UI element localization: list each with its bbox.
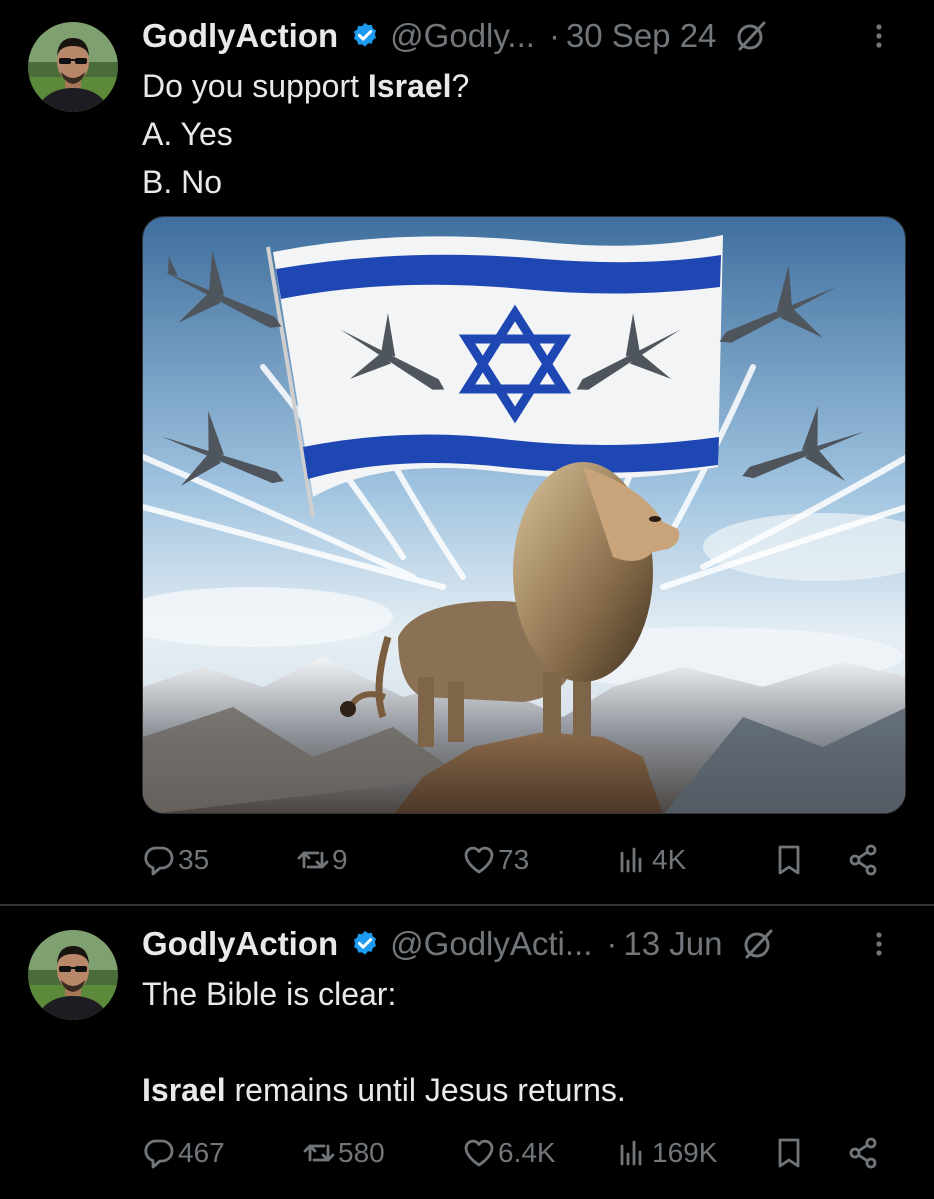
tweet-header: GodlyAction @Godly... · 30 Sep 24 bbox=[142, 14, 894, 58]
like-button[interactable]: 73 bbox=[462, 836, 529, 884]
author-handle[interactable]: @GodlyActi... bbox=[390, 925, 592, 963]
separator-dot: · bbox=[548, 17, 560, 54]
reply-count: 35 bbox=[178, 844, 210, 875]
author-name[interactable]: GodlyAction bbox=[142, 925, 338, 963]
bookmark-icon bbox=[778, 845, 800, 875]
tweet-1[interactable]: GodlyAction @Godly... · 30 Sep 24 Do you… bbox=[0, 0, 934, 906]
like-count: 73 bbox=[498, 844, 530, 875]
bookmark-button[interactable] bbox=[772, 836, 808, 884]
views-icon bbox=[620, 1140, 642, 1166]
avatar-image bbox=[28, 930, 118, 1020]
reply-count: 467 bbox=[178, 1137, 225, 1168]
reply-icon bbox=[144, 1139, 174, 1169]
text-bold-segment: Israel bbox=[367, 68, 452, 104]
repost-count: 580 bbox=[338, 1137, 385, 1168]
reply-button[interactable]: 35 bbox=[142, 836, 209, 884]
share-icon bbox=[849, 844, 877, 876]
text-bold-segment: Israel bbox=[142, 1072, 226, 1108]
avatar[interactable] bbox=[28, 22, 118, 112]
repost-icon bbox=[303, 1144, 335, 1162]
tweet-text-line: Do you support Israel? bbox=[142, 62, 904, 110]
tweet-date[interactable]: 13 Jun bbox=[623, 925, 722, 963]
text-segment: Do you support bbox=[142, 68, 368, 104]
verified-badge-icon bbox=[350, 21, 380, 51]
like-icon bbox=[464, 846, 494, 874]
views-button[interactable]: 4K bbox=[616, 836, 686, 884]
verified-badge-icon bbox=[350, 929, 380, 959]
views-icon bbox=[620, 847, 642, 873]
grok-icon[interactable] bbox=[734, 19, 768, 53]
tweet-date[interactable]: 30 Sep 24 bbox=[566, 17, 716, 55]
like-button[interactable]: 6.4K bbox=[462, 1129, 556, 1177]
grok-icon[interactable] bbox=[741, 927, 775, 961]
views-count: 4K bbox=[652, 844, 687, 875]
views-count: 169K bbox=[652, 1137, 718, 1168]
tweet-text: Do you support Israel? A. Yes B. No bbox=[142, 62, 904, 206]
text-segment: ? bbox=[451, 68, 470, 104]
separator-dot: · bbox=[606, 925, 618, 962]
text-segment: remains until Jesus returns. bbox=[225, 1072, 626, 1108]
tweet-actions: 467 580 6.4K 169K bbox=[142, 1129, 892, 1177]
author-name[interactable]: GodlyAction bbox=[142, 17, 338, 55]
share-button[interactable] bbox=[846, 836, 882, 884]
views-button[interactable]: 169K bbox=[616, 1129, 717, 1177]
like-icon bbox=[464, 1139, 494, 1167]
tweet-text-line: Israel remains until Jesus returns. bbox=[142, 1066, 904, 1114]
tweet-image[interactable] bbox=[142, 216, 906, 814]
repost-count: 9 bbox=[332, 844, 348, 875]
repost-icon bbox=[297, 851, 329, 869]
like-count: 6.4K bbox=[498, 1137, 556, 1168]
reply-button[interactable]: 467 bbox=[142, 1129, 225, 1177]
avatar-image bbox=[28, 22, 118, 112]
reply-icon bbox=[144, 846, 174, 876]
bookmark-button[interactable] bbox=[772, 1129, 808, 1177]
repost-button[interactable]: 580 bbox=[302, 1129, 385, 1177]
author-handle[interactable]: @Godly... bbox=[390, 17, 535, 55]
share-button[interactable] bbox=[846, 1129, 882, 1177]
poll-option-b: B. No bbox=[142, 164, 223, 200]
more-icon[interactable] bbox=[864, 926, 894, 962]
share-icon bbox=[849, 1137, 877, 1169]
tweet-actions: 35 9 73 4K bbox=[142, 836, 892, 884]
poll-option-a: A. Yes bbox=[142, 116, 233, 152]
lion-flag-jets-illustration bbox=[143, 217, 905, 813]
tweet-text: The Bible is clear: Israel remains until… bbox=[142, 970, 904, 1114]
avatar[interactable] bbox=[28, 930, 118, 1020]
bookmark-icon bbox=[778, 1138, 800, 1168]
tweet-text-line: The Bible is clear: bbox=[142, 976, 397, 1012]
more-icon[interactable] bbox=[864, 18, 894, 54]
tweet-header: GodlyAction @GodlyActi... · 13 Jun bbox=[142, 922, 894, 966]
repost-button[interactable]: 9 bbox=[296, 836, 348, 884]
tweet-2[interactable]: GodlyAction @GodlyActi... · 13 Jun The B… bbox=[0, 906, 934, 1199]
